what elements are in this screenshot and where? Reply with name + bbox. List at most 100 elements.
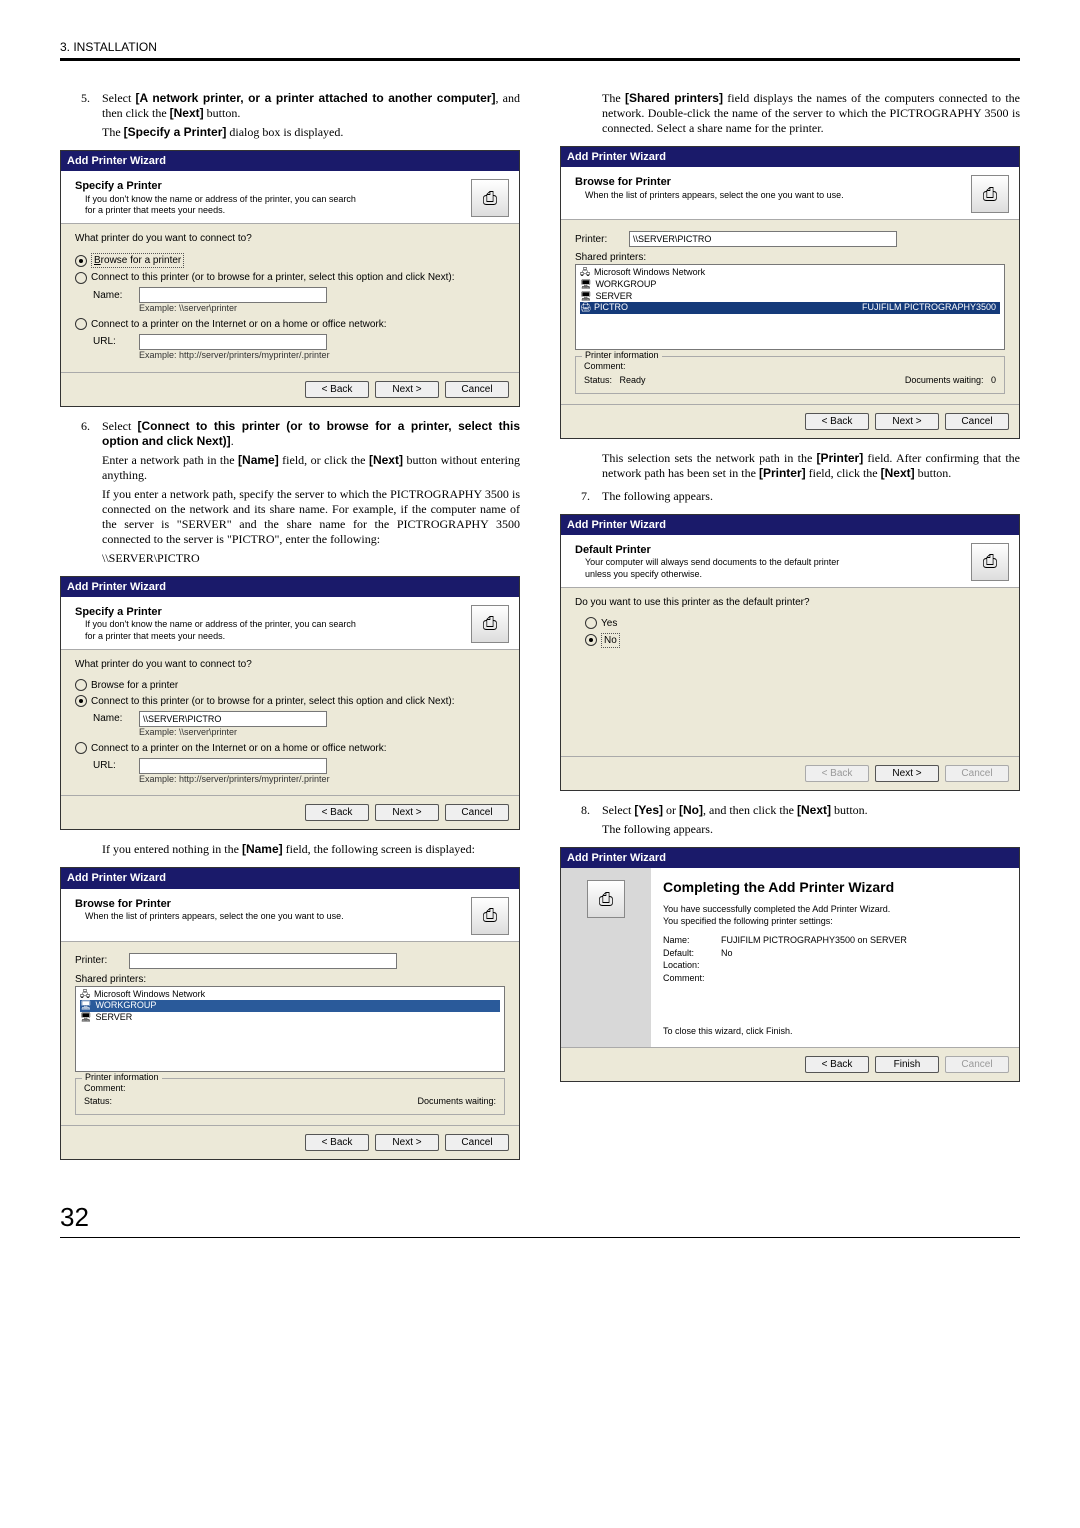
v: FUJIFILM PICTROGRAPHY3500 on SERVER <box>721 935 907 947</box>
t: field, the following screen is displayed… <box>283 842 475 856</box>
printer-field[interactable] <box>129 953 397 969</box>
step-number: 8. <box>560 803 602 841</box>
tree-node-server[interactable]: 🖥SERVER <box>580 291 1000 303</box>
v: No <box>721 948 733 960</box>
radio-browse[interactable]: Browse for a printer <box>75 679 505 692</box>
dialog-subheading: If you don't know the name or address of… <box>85 194 365 217</box>
radio-internet[interactable]: Connect to a printer on the Internet or … <box>75 318 505 331</box>
name-field[interactable]: \\SERVER\PICTRO <box>139 711 327 727</box>
url-field[interactable] <box>139 334 327 350</box>
text-after-dialog2: If you entered nothing in the [Name] fie… <box>60 842 520 861</box>
page-number: 32 <box>60 1202 1020 1233</box>
dialog-titlebar: Add Printer Wizard <box>561 848 1019 868</box>
step-5: 5. Select [A network printer, or a print… <box>60 91 520 144</box>
right-after-browse: This selection sets the network path in … <box>560 451 1020 485</box>
left-column: 5. Select [A network printer, or a print… <box>60 91 520 1172</box>
t: If you entered nothing in the <box>102 842 242 856</box>
t: The following appears. <box>602 489 1020 504</box>
printer-info-block: Printer information Comment: Status: Doc… <box>75 1078 505 1115</box>
finish-button[interactable]: Finish <box>875 1056 939 1073</box>
radio-label: Connect to this printer (or to browse fo… <box>91 695 455 708</box>
radio-connect[interactable]: Connect to this printer (or to browse fo… <box>75 695 505 708</box>
name-field[interactable] <box>139 287 327 303</box>
printer-icon: ⎙ <box>471 179 509 217</box>
two-column-layout: 5. Select [A network printer, or a print… <box>60 91 1020 1172</box>
right-column: The [Shared printers] field displays the… <box>560 91 1020 1172</box>
next-button[interactable]: Next > <box>375 804 439 821</box>
t: [A network printer, or a printer attache… <box>136 91 496 105</box>
info-legend: Printer information <box>82 1072 162 1084</box>
k: Comment: <box>663 973 715 985</box>
t: , and then click the <box>703 803 797 817</box>
shared-printers-tree[interactable]: 🖧Microsoft Windows Network 🖥WORKGROUP 🖥S… <box>75 986 505 1072</box>
back-button[interactable]: < Back <box>805 413 869 430</box>
dialog-heading: Specify a Printer <box>75 179 365 193</box>
radio-internet[interactable]: Connect to a printer on the Internet or … <box>75 742 505 755</box>
cancel-button[interactable]: Cancel <box>445 804 509 821</box>
footer-rule <box>60 1237 1020 1238</box>
cancel-button[interactable]: Cancel <box>445 1134 509 1151</box>
question-text: What printer do you want to connect to? <box>75 658 505 671</box>
url-field[interactable] <box>139 758 327 774</box>
tree-node-server[interactable]: 🖥SERVER <box>80 1012 500 1024</box>
t: [Next] <box>369 453 403 467</box>
example-text: Example: \\server\printer <box>139 727 505 739</box>
t: dialog box is displayed. <box>226 125 343 139</box>
printer-field[interactable]: \\SERVER\PICTRO <box>629 231 897 247</box>
radio-icon <box>75 255 87 267</box>
printer-label: Printer: <box>75 954 123 967</box>
t: [Name] <box>238 453 279 467</box>
cancel-button: Cancel <box>945 765 1009 782</box>
tree-node-network[interactable]: 🖧Microsoft Windows Network <box>580 267 1000 279</box>
status-value: Ready <box>620 375 646 385</box>
next-button[interactable]: Next > <box>875 765 939 782</box>
dialog-subheading: Your computer will always send documents… <box>585 557 865 580</box>
t: This selection sets the network path in … <box>602 451 817 465</box>
cancel-button[interactable]: Cancel <box>445 381 509 398</box>
url-label: URL: <box>93 759 133 772</box>
next-button[interactable]: Next > <box>875 413 939 430</box>
radio-icon <box>75 318 87 330</box>
header-rule <box>60 58 1020 61</box>
radio-browse[interactable]: BBrowse for a printerrowse for a printer <box>75 253 505 268</box>
t: You have successfully completed the Add … <box>663 904 1007 916</box>
radio-no[interactable]: No <box>585 633 1005 648</box>
docs-label: Documents waiting: <box>417 1096 496 1106</box>
back-button: < Back <box>805 765 869 782</box>
next-button[interactable]: Next > <box>375 381 439 398</box>
t: [Connect to this printer (or to browse f… <box>102 419 520 448</box>
radio-yes[interactable]: Yes <box>585 617 1005 630</box>
t: If you enter a network path, specify the… <box>102 487 520 547</box>
dialog-specify-printer-2: Add Printer Wizard Specify a Printer If … <box>60 576 520 831</box>
back-button[interactable]: < Back <box>305 1134 369 1151</box>
step-number: 6. <box>60 419 102 570</box>
t: The <box>602 91 625 105</box>
tree-node-network[interactable]: 🖧Microsoft Windows Network <box>80 989 500 1001</box>
cancel-button[interactable]: Cancel <box>945 413 1009 430</box>
tree-node-workgroup[interactable]: 🖥WORKGROUP <box>580 279 1000 291</box>
question-text: What printer do you want to connect to? <box>75 232 505 245</box>
k: Name: <box>663 935 715 947</box>
info-legend: Printer information <box>582 350 662 362</box>
t: . <box>231 434 234 448</box>
radio-label: Connect to a printer on the Internet or … <box>91 318 387 331</box>
dialog-heading: Browse for Printer <box>575 175 844 189</box>
radio-connect[interactable]: Connect to this printer (or to browse fo… <box>75 271 505 284</box>
back-button[interactable]: < Back <box>805 1056 869 1073</box>
dialog-heading: Specify a Printer <box>75 605 365 619</box>
back-button[interactable]: < Back <box>305 381 369 398</box>
back-button[interactable]: < Back <box>305 804 369 821</box>
question-text: Do you want to use this printer as the d… <box>575 596 1005 609</box>
cancel-button: Cancel <box>945 1056 1009 1073</box>
next-button[interactable]: Next > <box>375 1134 439 1151</box>
tree-node-workgroup[interactable]: 🖥WORKGROUP <box>80 1000 500 1012</box>
step-8: 8. Select [Yes] or [No], and then click … <box>560 803 1020 841</box>
t: Select <box>602 803 634 817</box>
shared-printers-tree[interactable]: 🖧Microsoft Windows Network 🖥WORKGROUP 🖥S… <box>575 264 1005 350</box>
radio-label: Connect to this printer (or to browse fo… <box>91 271 455 284</box>
printer-icon: ⎙ <box>471 605 509 643</box>
step-number: 5. <box>60 91 102 144</box>
radio-icon <box>75 679 87 691</box>
close-instruction: To close this wizard, click Finish. <box>663 1026 1007 1038</box>
tree-node-pictro[interactable]: 🖨 PICTRO FUJIFILM PICTROGRAPHY3500 <box>580 302 1000 314</box>
